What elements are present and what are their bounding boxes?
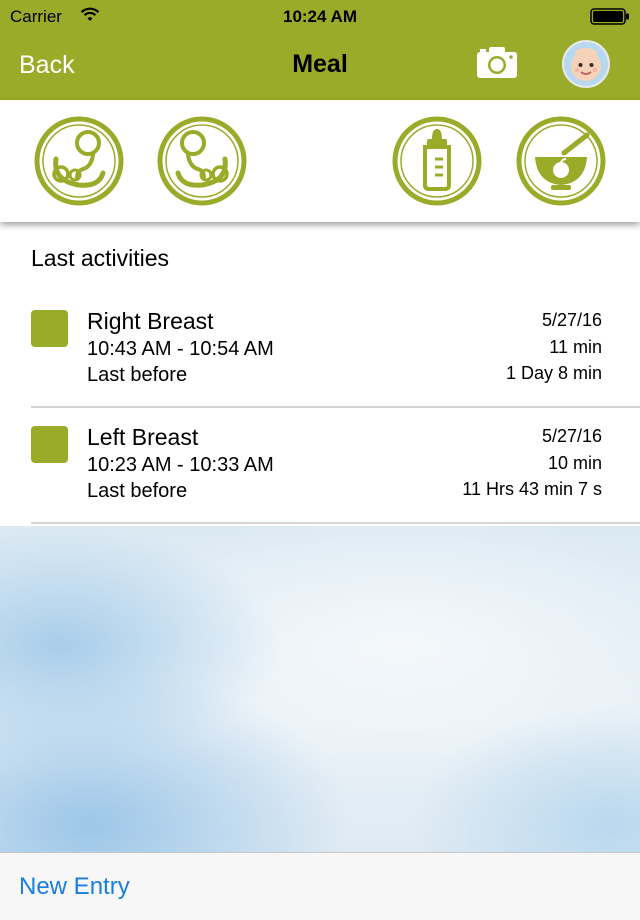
battery-icon [590, 8, 630, 25]
baby-avatar-icon[interactable] [562, 40, 610, 88]
list-item[interactable]: Right Breast 10:43 AM - 10:54 AM Last be… [0, 292, 640, 408]
list-item[interactable]: Left Breast 10:23 AM - 10:33 AM Last bef… [0, 408, 640, 524]
new-entry-button[interactable]: New Entry [19, 873, 130, 901]
left-breast-icon[interactable] [33, 115, 125, 207]
back-button[interactable]: Back [19, 51, 75, 80]
activity-color-swatch [31, 310, 68, 347]
activity-date: 5/27/16 [541, 310, 602, 330]
activity-since: 1 Day 8 min [505, 363, 602, 383]
activity-last-label: Last before [87, 364, 188, 386]
status-bar: Carrier 10:24 AM [0, 0, 640, 34]
section-title: Last activities [31, 245, 170, 271]
right-breast-icon[interactable] [156, 115, 248, 207]
page-title: Meal [292, 50, 348, 78]
meal-type-bar [0, 100, 640, 222]
activity-date: 5/27/16 [541, 426, 602, 446]
activity-title: Left Breast [87, 424, 199, 450]
activity-time-range: 10:23 AM - 10:33 AM [87, 454, 274, 476]
food-bowl-icon[interactable] [515, 115, 607, 207]
activity-title: Right Breast [87, 308, 214, 334]
activity-last-label: Last before [87, 480, 188, 502]
activity-duration: 11 min [549, 337, 602, 357]
camera-icon[interactable] [476, 44, 518, 80]
background-sky-image [0, 526, 640, 852]
activity-since: 11 Hrs 43 min 7 s [462, 479, 602, 499]
activity-color-swatch [31, 426, 68, 463]
nav-bar: Back Meal [0, 34, 640, 100]
activities-section: Last activities Right Breast 10:43 AM - … [0, 222, 640, 526]
divider [31, 522, 640, 524]
status-time: 10:24 AM [282, 7, 357, 26]
bottom-toolbar: New Entry [0, 852, 640, 920]
activity-duration: 10 min [547, 453, 602, 473]
baby-bottle-icon[interactable] [391, 115, 483, 207]
activity-time-range: 10:43 AM - 10:54 AM [87, 338, 274, 360]
